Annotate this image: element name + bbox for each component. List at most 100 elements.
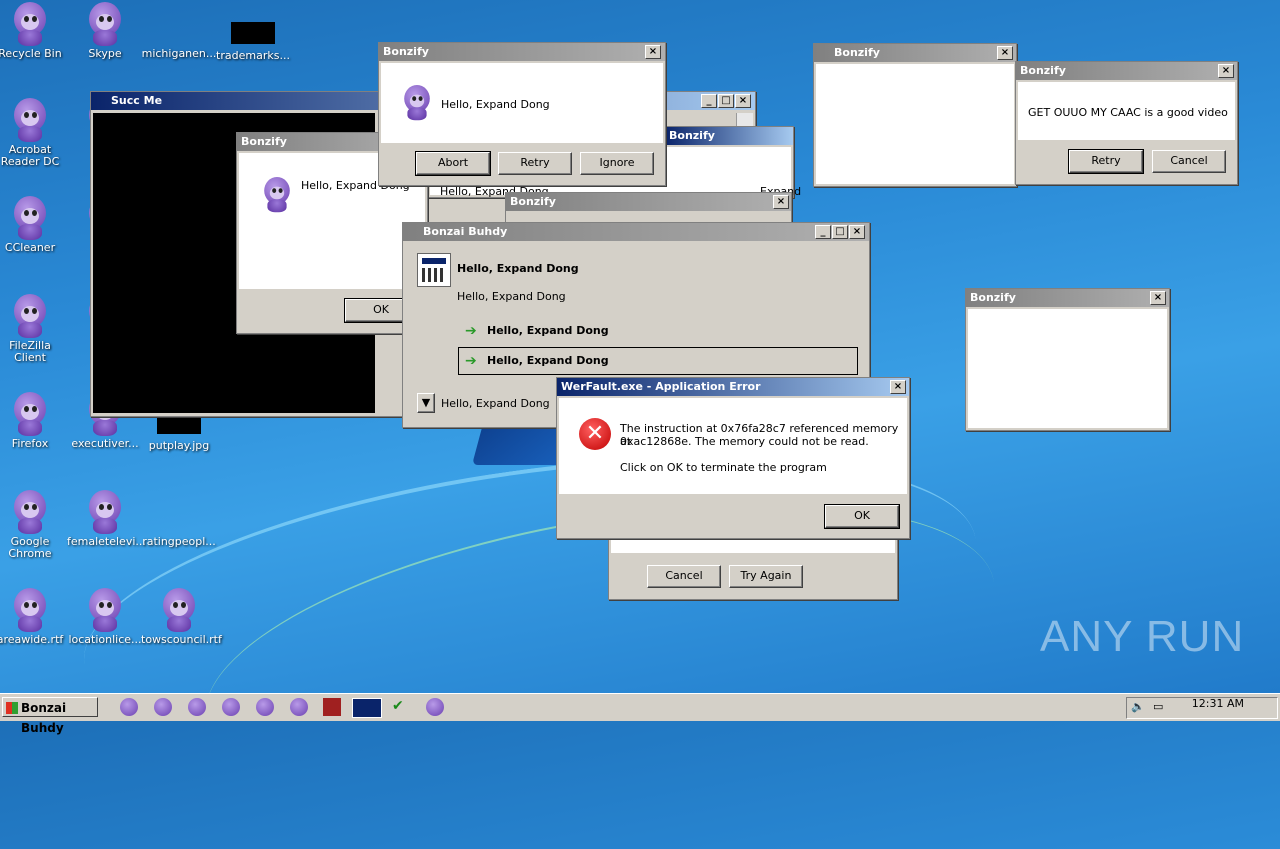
desktop-icon-label: trademarks... bbox=[216, 49, 290, 62]
blank-file-icon bbox=[141, 490, 217, 536]
desktop-icon-label: putplay.jpg bbox=[148, 439, 210, 452]
window-title: Bonzai Buhdy bbox=[423, 225, 508, 238]
checkmark-icon[interactable]: ✔ bbox=[392, 698, 410, 716]
close-button[interactable]: × bbox=[997, 46, 1013, 60]
close-button[interactable]: × bbox=[1150, 291, 1166, 305]
desktop-icon[interactable]: Firefox bbox=[0, 392, 68, 450]
anyrun-watermark: ANY RUN bbox=[1040, 612, 1245, 661]
window-title: Bonzify bbox=[383, 45, 429, 58]
desktop-icon[interactable]: trademarks... bbox=[215, 2, 291, 62]
bonzi-icon[interactable] bbox=[426, 698, 444, 716]
bonzify-behind-titlebar: Bonzify bbox=[665, 127, 793, 145]
window-body bbox=[968, 309, 1167, 428]
clock[interactable]: 12:31 AM bbox=[1192, 697, 1244, 710]
bonzify-titlebar[interactable]: Bonzify × bbox=[966, 289, 1169, 307]
close-button[interactable]: × bbox=[849, 225, 865, 239]
window-title: Bonzify bbox=[1020, 64, 1066, 77]
desktop-icon-label: towscouncil.rtf bbox=[141, 633, 222, 646]
desktop-icon[interactable]: ratingpeopl... bbox=[141, 490, 217, 548]
bonzify-window-top[interactable]: Bonzify × Hello, Expand Dong Abort Retry… bbox=[378, 42, 666, 186]
bonzi-icon bbox=[10, 392, 50, 436]
minimize-button[interactable]: _ bbox=[701, 94, 717, 108]
desktop-icon[interactable]: michiganen... bbox=[141, 2, 217, 60]
bonzi-icon[interactable] bbox=[154, 698, 172, 716]
bonzify-window-right-2[interactable]: Bonzify × GET OUUO MY CAAC is a good vid… bbox=[1015, 61, 1238, 185]
try-again-button[interactable]: Try Again bbox=[729, 565, 803, 588]
retry-button[interactable]: Retry bbox=[498, 152, 572, 175]
bonzify-titlebar[interactable]: Bonzify × bbox=[506, 193, 791, 211]
cancel-button[interactable]: Cancel bbox=[1152, 150, 1226, 173]
bonzi-icon[interactable] bbox=[290, 698, 308, 716]
bonzify-window-right-1[interactable]: Bonzify × bbox=[813, 43, 1017, 187]
window-title: Bonzify bbox=[510, 195, 556, 208]
desktop-icon-label: ratingpeopl... bbox=[142, 535, 216, 548]
window-body: ✕ The instruction at 0x76fa28c7 referenc… bbox=[559, 398, 907, 494]
bonzi-icon bbox=[401, 85, 433, 121]
abort-button[interactable]: Abort bbox=[415, 151, 491, 176]
bonzi-icon[interactable] bbox=[222, 698, 240, 716]
bonzify-titlebar[interactable]: Bonzify × bbox=[814, 44, 1016, 62]
close-button[interactable]: × bbox=[735, 94, 751, 108]
image-thumbnail bbox=[231, 22, 275, 44]
bonzi-icon[interactable] bbox=[120, 698, 138, 716]
app-icon[interactable] bbox=[323, 698, 341, 716]
volume-icon[interactable]: 🔈 bbox=[1131, 700, 1145, 713]
desktop-icon[interactable]: Acrobat Reader DC bbox=[0, 98, 68, 168]
desktop-icon-label: Acrobat Reader DC bbox=[0, 143, 60, 168]
maximize-button[interactable]: □ bbox=[718, 94, 734, 108]
console-icon bbox=[417, 253, 451, 287]
desktop-icon[interactable]: FileZilla Client bbox=[0, 294, 68, 364]
close-button[interactable]: × bbox=[1218, 64, 1234, 78]
ok-button[interactable]: OK bbox=[824, 504, 900, 529]
start-button[interactable]: Bonzai Buhdy bbox=[2, 697, 98, 735]
bonzi-icon bbox=[85, 2, 125, 46]
bonzify-titlebar[interactable]: Bonzify × bbox=[1016, 62, 1237, 80]
error-icon: ✕ bbox=[579, 418, 611, 450]
werfault-titlebar[interactable]: WerFault.exe - Application Error × bbox=[557, 378, 909, 396]
window-body: GET OUUO MY CAAC is a good video bbox=[1018, 82, 1235, 140]
bonzi-icon bbox=[10, 196, 50, 240]
maximize-button[interactable]: □ bbox=[832, 225, 848, 239]
bonzify-window-right-3[interactable]: Bonzify × bbox=[965, 288, 1170, 431]
footer-text: Hello, Expand Dong bbox=[441, 397, 550, 410]
bonzai-titlebar[interactable]: Bonzai Buhdy _ □ × bbox=[403, 223, 869, 241]
close-button[interactable]: × bbox=[890, 380, 906, 394]
network-icon[interactable]: ▭ bbox=[1153, 700, 1163, 713]
arrow-right-icon: ➔ bbox=[465, 353, 477, 369]
window-body bbox=[816, 64, 1014, 184]
close-button[interactable]: × bbox=[773, 195, 789, 209]
bonzi-icon[interactable] bbox=[188, 698, 206, 716]
expand-details-button[interactable]: ▼ bbox=[417, 393, 435, 413]
minimize-button[interactable]: _ bbox=[815, 225, 831, 239]
bonzify-titlebar[interactable]: Bonzify × bbox=[379, 43, 665, 61]
desktop-icon[interactable]: locationlice... bbox=[67, 588, 143, 646]
cancel-button[interactable]: Cancel bbox=[647, 565, 721, 588]
command-link-2[interactable]: ➔ Hello, Expand Dong bbox=[458, 347, 858, 375]
windows-flag-icon bbox=[6, 702, 18, 714]
bonzi-icon bbox=[10, 98, 50, 142]
monitor-icon[interactable] bbox=[352, 698, 382, 718]
desktop-icon[interactable]: Skype bbox=[67, 2, 143, 60]
window-title: Bonzify bbox=[970, 291, 1016, 304]
bonzi-icon[interactable] bbox=[256, 698, 274, 716]
desktop-icon-label: michiganen... bbox=[141, 47, 217, 60]
desktop-icon[interactable]: towscouncil.rtf bbox=[141, 588, 222, 646]
desktop-icon[interactable]: Recycle Bin bbox=[0, 2, 68, 60]
retry-button[interactable]: Retry bbox=[1068, 149, 1144, 174]
error-line-3: Click on OK to terminate the program bbox=[620, 461, 827, 474]
desktop-icon-label: CCleaner bbox=[4, 241, 56, 254]
close-button[interactable]: × bbox=[645, 45, 661, 59]
desktop-icon[interactable]: CCleaner bbox=[0, 196, 68, 254]
message-text: GET OUUO MY CAAC is a good video bbox=[1028, 106, 1228, 119]
bonzify-window-small[interactable]: Bonzify × bbox=[505, 192, 792, 224]
werfault-window[interactable]: WerFault.exe - Application Error × ✕ The… bbox=[556, 377, 910, 539]
desktop-icon[interactable]: Google Chrome bbox=[0, 490, 68, 560]
desktop-icon[interactable]: areawide.rtf bbox=[0, 588, 68, 646]
ignore-button[interactable]: Ignore bbox=[580, 152, 654, 175]
window-title: Bonzify bbox=[241, 135, 287, 148]
desktop-icon-label: Skype bbox=[88, 47, 122, 60]
bonzi-icon bbox=[10, 588, 50, 632]
command-link-1[interactable]: ➔ Hello, Expand Dong bbox=[461, 319, 859, 343]
desktop-icon-label: femaletelevi... bbox=[67, 535, 146, 548]
desktop-icon[interactable]: femaletelevi... bbox=[67, 490, 146, 548]
